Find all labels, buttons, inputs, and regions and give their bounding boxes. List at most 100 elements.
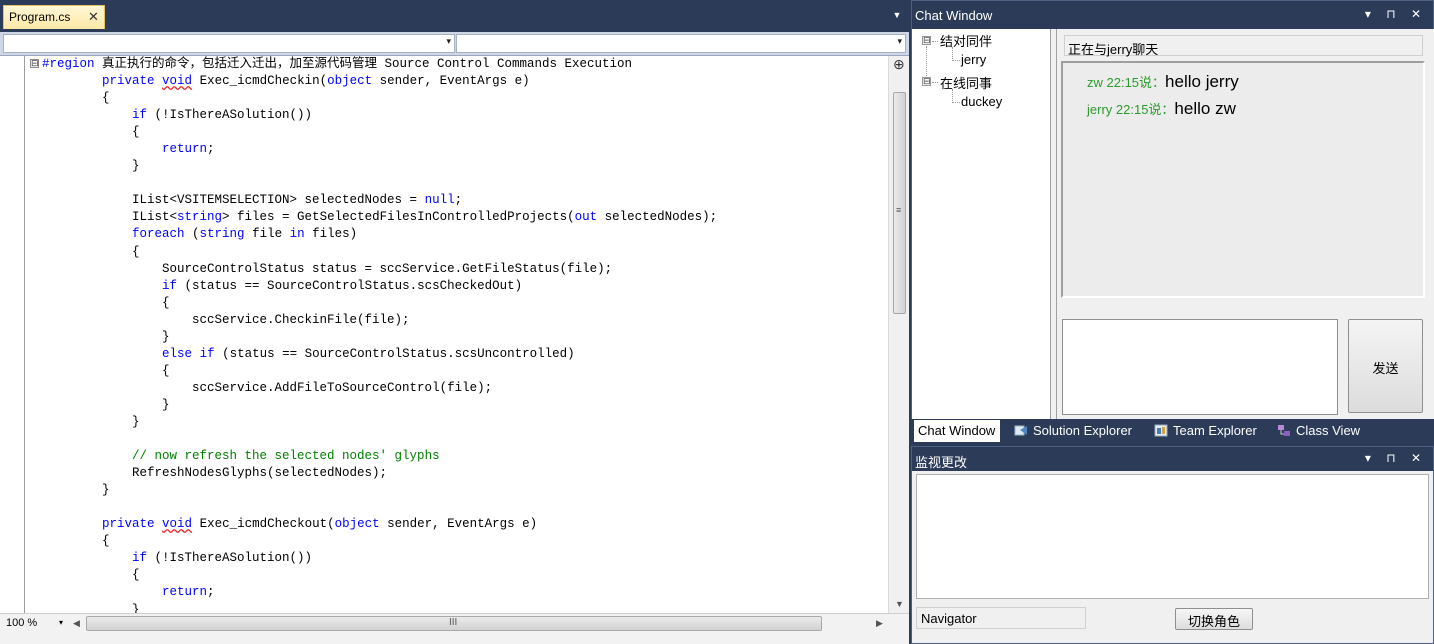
collapse-icon[interactable]: ⊟	[922, 77, 931, 86]
tab-chat-window[interactable]: Chat Window	[914, 420, 1001, 442]
code-line: {	[42, 534, 110, 549]
watch-changes-window: 监视更改 ▾ ⊓ ✕ Navigator 切换角色	[911, 446, 1434, 644]
tree-group-partners[interactable]: 结对同伴	[940, 31, 992, 50]
code-line: ​	[42, 431, 717, 448]
chat-message-log: zw 22:15说：hello jerry jerry 22:15说：hello…	[1061, 61, 1425, 298]
code-line: {	[42, 244, 140, 259]
contact-tree: ⊟ 结对同伴 jerry ⊟ 在线同事 duckey	[912, 29, 1051, 419]
class-view-icon	[1277, 424, 1291, 437]
code-line: // now refresh the selected nodes' glyph…	[132, 449, 440, 464]
code-editor: Program.cs ✕ ▼ ▾ ▾ ⊟ #region 真正执行的命令，包括迁…	[0, 0, 909, 644]
tree-connector	[952, 47, 953, 61]
team-explorer-icon	[1154, 424, 1168, 437]
split-window-icon[interactable]: ⊕	[893, 56, 905, 73]
code-line: return;	[162, 142, 215, 157]
tab-list-dropdown-icon[interactable]: ▼	[890, 10, 904, 24]
code-line: sccService.AddFileToSourceControl(file);	[42, 380, 493, 395]
code-lines: #region 真正执行的命令，包括迁入迁出，加至源代码管理 Source Co…	[42, 56, 717, 613]
tab-team-explorer[interactable]: Team Explorer	[1150, 420, 1262, 442]
code-line: }	[42, 159, 140, 174]
member-combo[interactable]: ▾	[456, 34, 906, 53]
collapse-region-icon[interactable]: ⊟	[30, 59, 39, 68]
code-line: private void Exec_icmdCheckout(object se…	[102, 517, 538, 532]
code-text-area[interactable]: ⊟ #region 真正执行的命令，包括迁入迁出，加至源代码管理 Source …	[0, 56, 888, 613]
chat-tool-window: Chat Window ▾ ⊓ ✕ ⊟ 结对同伴 jerry ⊟ 在线同事 du…	[911, 0, 1434, 419]
code-line: private void Exec_icmdCheckin(object sen…	[102, 74, 530, 89]
tree-connector	[952, 60, 960, 61]
chevron-down-icon: ▾	[446, 36, 451, 46]
vertical-scrollbar[interactable]: ⊕ ≡ ▼	[888, 56, 909, 613]
vertical-scroll-thumb[interactable]: ≡	[893, 92, 906, 314]
navigator-label: Navigator	[916, 607, 1086, 629]
tree-connector	[932, 82, 938, 83]
code-line: if (!IsThereASolution())	[132, 108, 313, 123]
tab-program-cs[interactable]: Program.cs ✕	[3, 5, 105, 29]
code-line: return;	[162, 585, 215, 600]
chat-with-label: 正在与jerry聊天	[1064, 35, 1423, 57]
code-line: #region 真正执行的命令，包括迁入迁出，加至源代码管理 Source Co…	[42, 57, 633, 71]
chat-panel: 正在与jerry聊天 zw 22:15说：hello jerry jerry 2…	[1057, 29, 1434, 419]
tab-label: Program.cs	[9, 10, 71, 24]
message-sender: jerry 22:15说：	[1087, 102, 1175, 117]
code-line: {	[42, 363, 170, 378]
scroll-right-icon[interactable]: ▶	[876, 618, 883, 629]
document-tab-bar: Program.cs ✕ ▼	[0, 0, 909, 32]
code-line: RefreshNodesGlyphs(selectedNodes);	[42, 466, 388, 481]
code-line: {	[42, 125, 140, 140]
chat-window-titlebar: Chat Window ▾ ⊓ ✕	[912, 1, 1433, 29]
code-line: else if (status == SourceControlStatus.s…	[162, 346, 575, 361]
window-title: 监视更改	[915, 455, 968, 470]
horizontal-scroll-thumb[interactable]: III	[86, 616, 822, 631]
tree-item-duckey[interactable]: duckey	[961, 94, 1002, 109]
navigation-bar: ▾ ▾	[0, 32, 909, 56]
scroll-down-icon[interactable]: ▼	[895, 599, 904, 609]
code-line: foreach (string file in files)	[132, 227, 358, 242]
type-combo[interactable]: ▾	[3, 34, 455, 53]
message-text: hello jerry	[1165, 72, 1239, 91]
grip-icon: III	[449, 617, 458, 628]
code-line: if (status == SourceControlStatus.scsChe…	[162, 278, 523, 293]
watch-content-panel	[916, 474, 1429, 599]
tree-item-jerry[interactable]: jerry	[961, 52, 986, 67]
chevron-down-icon: ▾	[58, 618, 63, 627]
code-line: IList<VSITEMSELECTION> selectedNodes = n…	[42, 193, 463, 208]
message-input[interactable]	[1062, 319, 1338, 415]
grip-icon: ≡	[896, 205, 902, 215]
chevron-down-icon: ▾	[897, 36, 902, 46]
send-button[interactable]: 发送	[1348, 319, 1423, 413]
window-title: Chat Window	[915, 8, 993, 23]
tree-connector	[952, 102, 960, 103]
code-line: }	[42, 329, 170, 344]
message-sender: zw 22:15说：	[1087, 75, 1166, 90]
collapse-icon[interactable]: ⊟	[922, 36, 931, 45]
window-controls[interactable]: ▾ ⊓ ✕	[1365, 7, 1427, 21]
chat-message: jerry 22:15说：hello zw	[1087, 99, 1236, 119]
code-line: }	[42, 602, 140, 614]
code-line: }	[42, 483, 110, 498]
code-line: SourceControlStatus status = sccService.…	[42, 261, 613, 276]
zoom-combo[interactable]: 100 % ▾	[3, 616, 65, 633]
code-line: {	[42, 91, 110, 106]
tab-label: Team Explorer	[1173, 423, 1257, 438]
editor-status-bar: 100 % ▾ ◀ III ▶	[0, 613, 909, 644]
tree-connector	[926, 46, 927, 76]
code-line: {	[42, 295, 170, 310]
window-controls[interactable]: ▾ ⊓ ✕	[1365, 451, 1427, 465]
tab-class-view[interactable]: Class View	[1273, 420, 1365, 442]
tool-window-tabs: Chat Window Solution Explorer Team Explo…	[911, 419, 1434, 443]
tree-connector	[952, 89, 953, 103]
outline-margin	[24, 56, 25, 613]
code-line: ​	[42, 175, 717, 192]
code-line: {	[42, 568, 140, 583]
switch-role-button[interactable]: 切换角色	[1175, 608, 1253, 630]
message-text: hello zw	[1174, 99, 1236, 118]
code-line: if (!IsThereASolution())	[132, 551, 313, 566]
tab-label: Chat Window	[918, 423, 996, 438]
close-icon[interactable]: ✕	[88, 9, 99, 25]
tab-label: Solution Explorer	[1033, 423, 1132, 438]
tree-group-colleagues[interactable]: 在线同事	[940, 73, 992, 92]
tree-connector	[932, 41, 938, 42]
scroll-left-icon[interactable]: ◀	[73, 618, 80, 629]
watch-window-titlebar: 监视更改 ▾ ⊓ ✕	[912, 447, 1433, 471]
tab-solution-explorer[interactable]: Solution Explorer	[1010, 420, 1137, 442]
